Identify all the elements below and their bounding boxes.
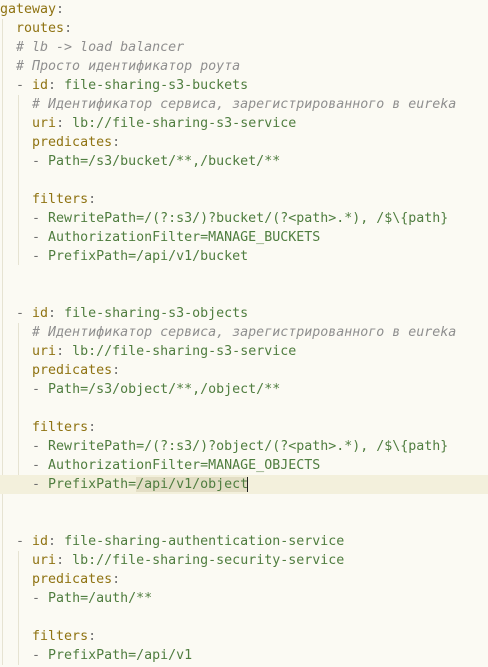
yaml-key: id <box>32 306 49 321</box>
route-uri: lb://file-sharing-s3-service <box>72 116 297 131</box>
code-line: predicates: <box>32 363 121 378</box>
route-predicate: Path=/s3/bucket/**,/bucket/** <box>48 154 281 169</box>
yaml-key: uri <box>32 344 57 359</box>
yaml-key: uri <box>32 116 57 131</box>
route-filter: AuthorizationFilter=MANAGE_BUCKETS <box>48 230 321 245</box>
code-editor[interactable]: gateway: routes: # lb -> load balancer #… <box>0 0 488 667</box>
yaml-comment: # Идентификатор сервиса, зарегистрирован… <box>32 325 457 340</box>
code-line: uri: lb://file-sharing-s3-service <box>32 344 297 359</box>
code-line: uri: lb://file-sharing-security-service <box>32 553 345 568</box>
code-line: predicates: <box>32 135 121 150</box>
yaml-key: id <box>32 78 49 93</box>
route-filter: RewritePath=/(?:s3/)?object/(?<path>.*),… <box>48 439 449 454</box>
code-line: - AuthorizationFilter=MANAGE_BUCKETS <box>0 230 321 245</box>
code-line: filters: <box>32 192 97 207</box>
route-predicate: Path=/s3/object/**,/object/** <box>48 382 281 397</box>
yaml-key: id <box>32 534 49 549</box>
code-line: filters: <box>32 420 97 435</box>
code-line: filters: <box>32 629 97 644</box>
yaml-comment: # Просто идентификатор роута <box>16 59 241 74</box>
text-caret <box>247 476 249 492</box>
code-line: - RewritePath=/(?:s3/)?bucket/(?<path>.*… <box>0 211 449 226</box>
yaml-key: filters <box>32 192 89 207</box>
code-line: routes: <box>16 21 73 36</box>
code-line: - PrefixPath=/api/v1/bucket <box>0 249 249 264</box>
yaml-comment: # lb -> load balancer <box>16 40 185 55</box>
code-line: - id: file-sharing-s3-objects <box>0 306 249 321</box>
route-filter: PrefixPath=/api/v1/bucket <box>48 249 249 264</box>
code-line: # Идентификатор сервиса, зарегистрирован… <box>0 95 488 114</box>
code-line: - AuthorizationFilter=MANAGE_OBJECTS <box>0 458 321 473</box>
route-id: file-sharing-s3-objects <box>64 306 249 321</box>
yaml-comment: # Идентификатор сервиса, зарегистрирован… <box>32 97 457 112</box>
route-filter: RewritePath=/(?:s3/)?bucket/(?<path>.*),… <box>48 211 449 226</box>
yaml-key: gateway <box>0 2 57 17</box>
yaml-key: filters <box>32 420 89 435</box>
yaml-key: routes <box>16 21 65 36</box>
code-line: - Path=/s3/object/**,/object/** <box>0 382 281 397</box>
yaml-key: uri <box>32 553 57 568</box>
yaml-key: predicates <box>32 572 113 587</box>
route-id: file-sharing-authentication-service <box>64 534 345 549</box>
yaml-key: filters <box>32 629 89 644</box>
code-line: - Path=/s3/bucket/**,/bucket/** <box>0 154 281 169</box>
route-filter: AuthorizationFilter=MANAGE_OBJECTS <box>48 458 321 473</box>
yaml-key: predicates <box>32 135 113 150</box>
code-line: - RewritePath=/(?:s3/)?object/(?<path>.*… <box>0 439 449 454</box>
code-line: - id: file-sharing-authentication-servic… <box>0 534 345 549</box>
code-line: # lb -> load balancer <box>0 38 488 57</box>
route-filter: PrefixPath=/api/v1 <box>48 648 193 663</box>
route-uri: lb://file-sharing-s3-service <box>72 344 297 359</box>
route-predicate: Path=/auth/** <box>48 591 153 606</box>
current-code-line[interactable]: - PrefixPath=/api/v1/object <box>0 475 488 494</box>
yaml-key: predicates <box>32 363 113 378</box>
code-line: # Идентификатор сервиса, зарегистрирован… <box>0 323 488 342</box>
code-line: # Просто идентификатор роута <box>0 57 488 76</box>
route-id: file-sharing-s3-buckets <box>64 78 249 93</box>
code-line: uri: lb://file-sharing-s3-service <box>32 116 297 131</box>
selected-text[interactable]: /api/v1/object <box>136 477 249 492</box>
code-line: - id: file-sharing-s3-buckets <box>0 78 249 93</box>
code-line: - PrefixPath=/api/v1 <box>0 648 193 663</box>
code-line: predicates: <box>32 572 121 587</box>
code-line: gateway: <box>0 2 65 17</box>
route-uri: lb://file-sharing-security-service <box>72 553 345 568</box>
code-line: - Path=/auth/** <box>0 591 153 606</box>
route-filter: PrefixPath= <box>48 477 137 492</box>
